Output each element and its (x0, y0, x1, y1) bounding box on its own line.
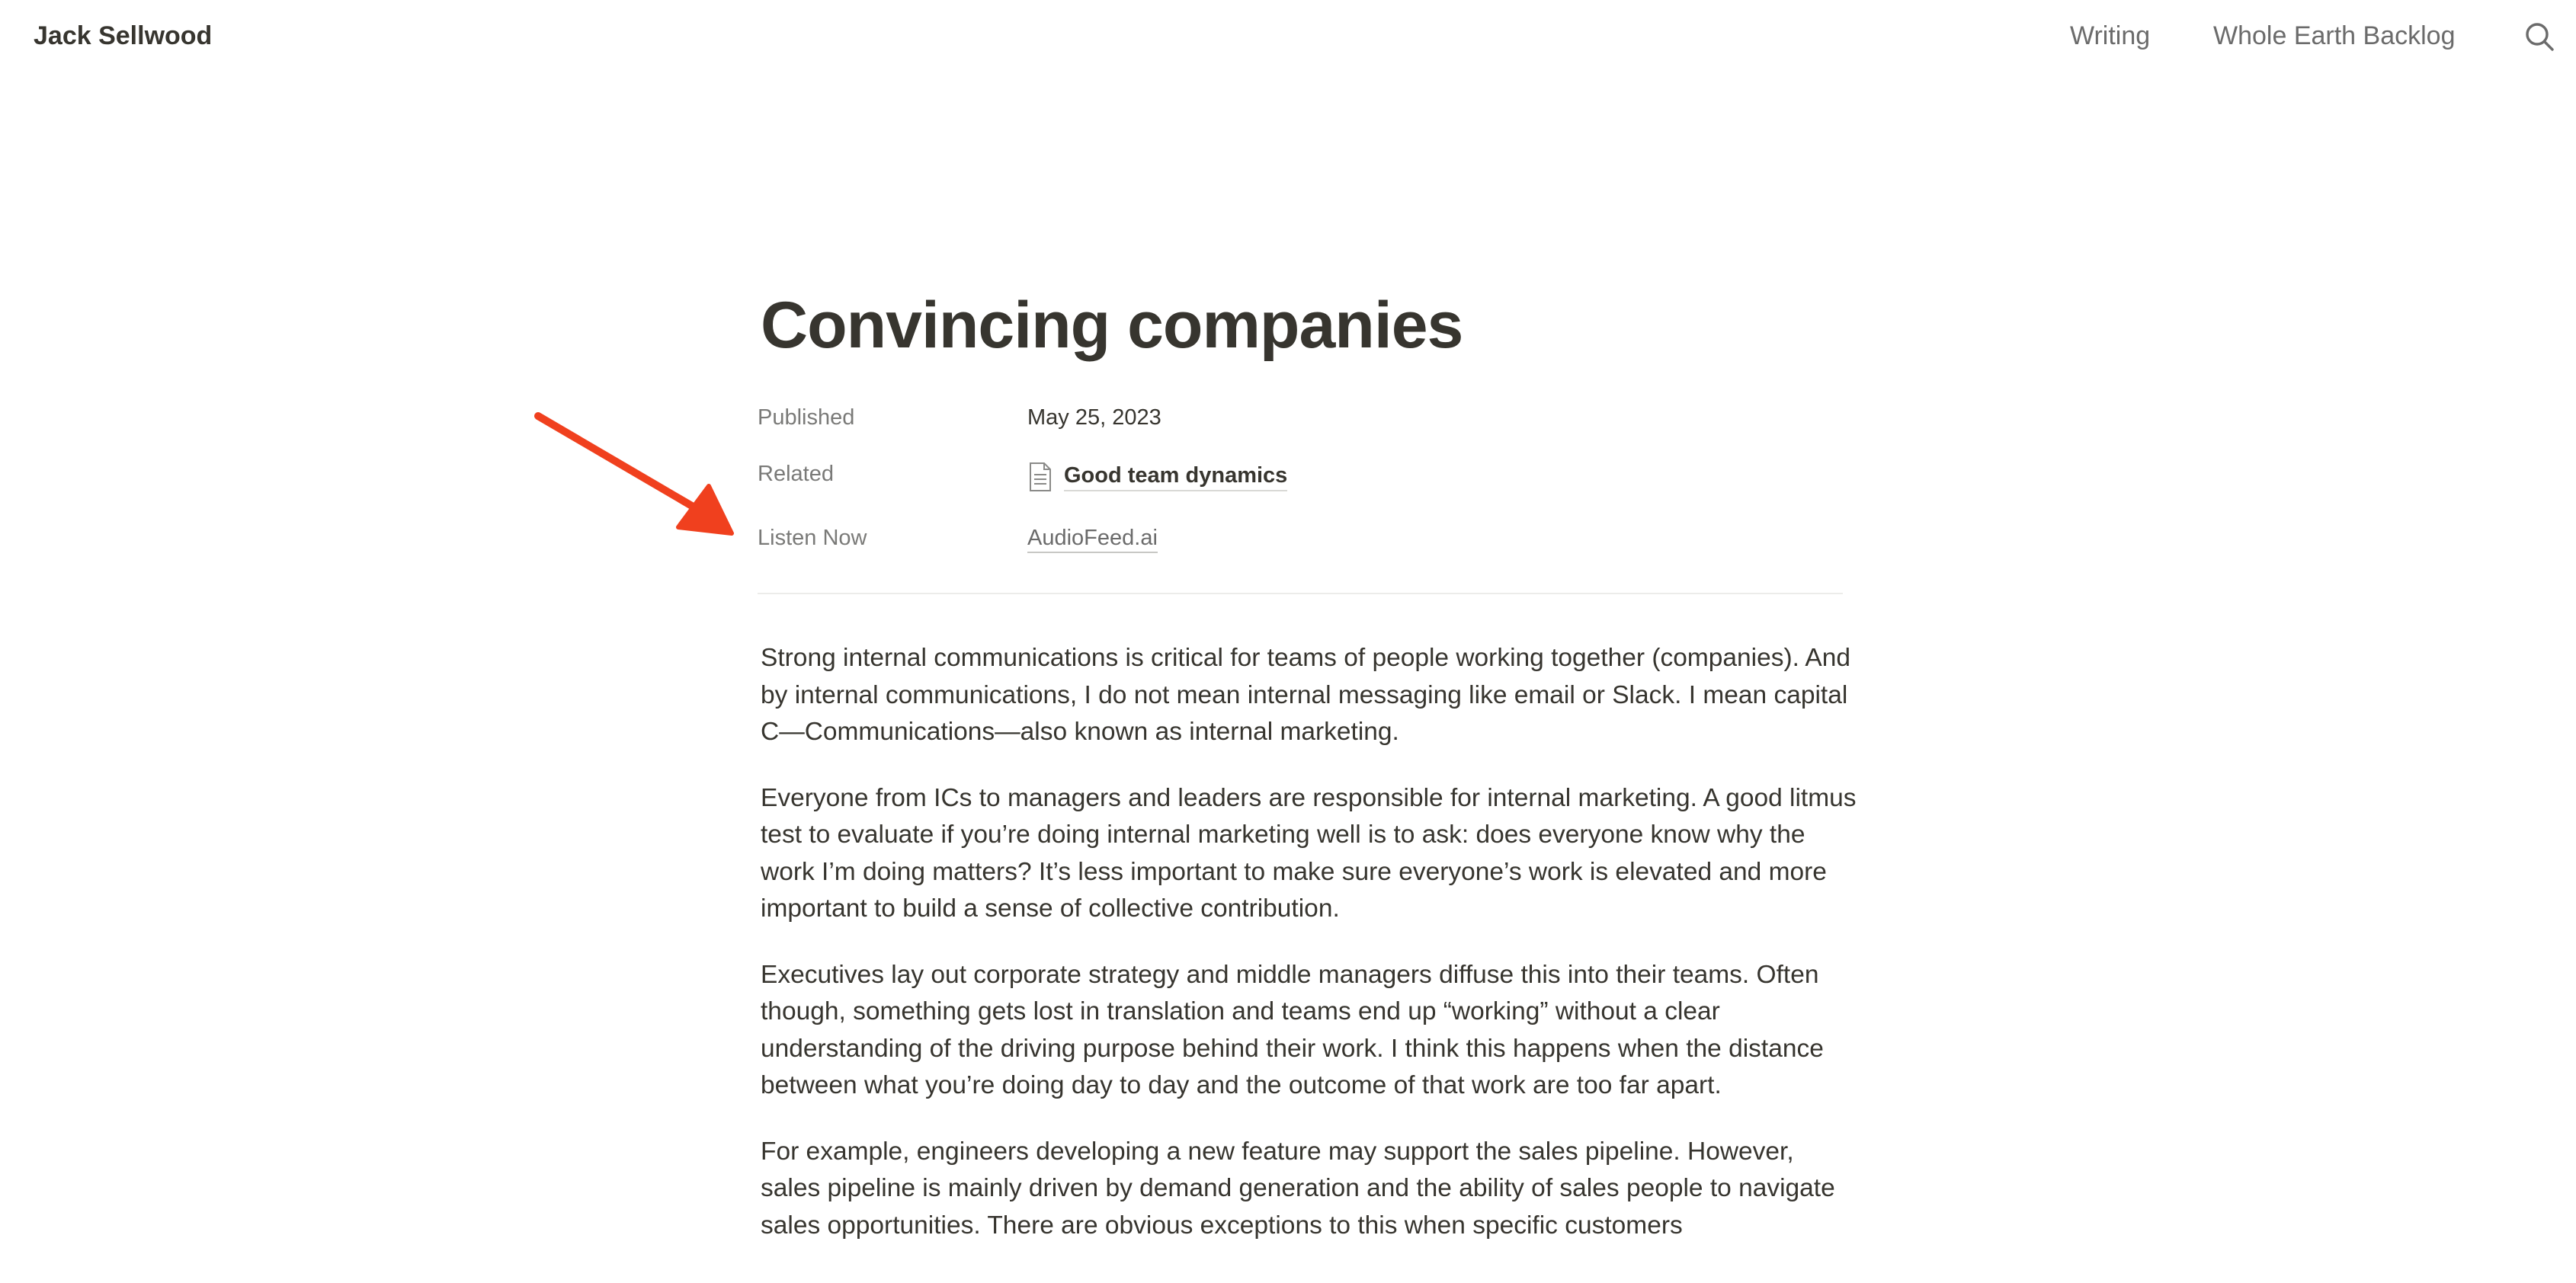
property-value-published-date: May 25, 2023 (1027, 405, 1161, 430)
search-icon (2526, 23, 2554, 51)
property-label-listen-now: Listen Now (758, 526, 867, 550)
search-button[interactable] (2523, 20, 2556, 53)
article-paragraph: For example, engineers developing a new … (761, 1137, 1835, 1240)
properties-divider (758, 593, 1843, 594)
article-paragraph: Everyone from ICs to managers and leader… (761, 783, 1857, 923)
article-body: Strong internal communications is critic… (761, 640, 1858, 1273)
audiofeed-link[interactable]: AudioFeed.ai (1027, 526, 1158, 553)
red-arrow-annotation-icon (534, 412, 734, 536)
page-title: Convincing companies (761, 289, 1463, 362)
top-navigation: Jack Sellwood Writing Whole Earth Backlo… (0, 0, 2576, 73)
related-page-title: Good team dynamics (1064, 463, 1288, 491)
article-paragraph: Executives lay out corporate strategy an… (761, 960, 1824, 1100)
document-icon (1030, 462, 1051, 491)
property-label-related: Related (758, 462, 834, 486)
site-name-link[interactable]: Jack Sellwood (34, 21, 212, 51)
property-value-listen-now: AudioFeed.ai (1027, 526, 1158, 553)
related-page-link[interactable]: Good team dynamics (1027, 462, 1288, 492)
nav-link-whole-earth-backlog[interactable]: Whole Earth Backlog (2213, 21, 2456, 51)
property-value-related: Good team dynamics (1027, 462, 1288, 492)
article-paragraph: Strong internal communications is critic… (761, 644, 1851, 746)
nav-link-writing[interactable]: Writing (2070, 21, 2150, 51)
property-label-published: Published (758, 405, 855, 430)
